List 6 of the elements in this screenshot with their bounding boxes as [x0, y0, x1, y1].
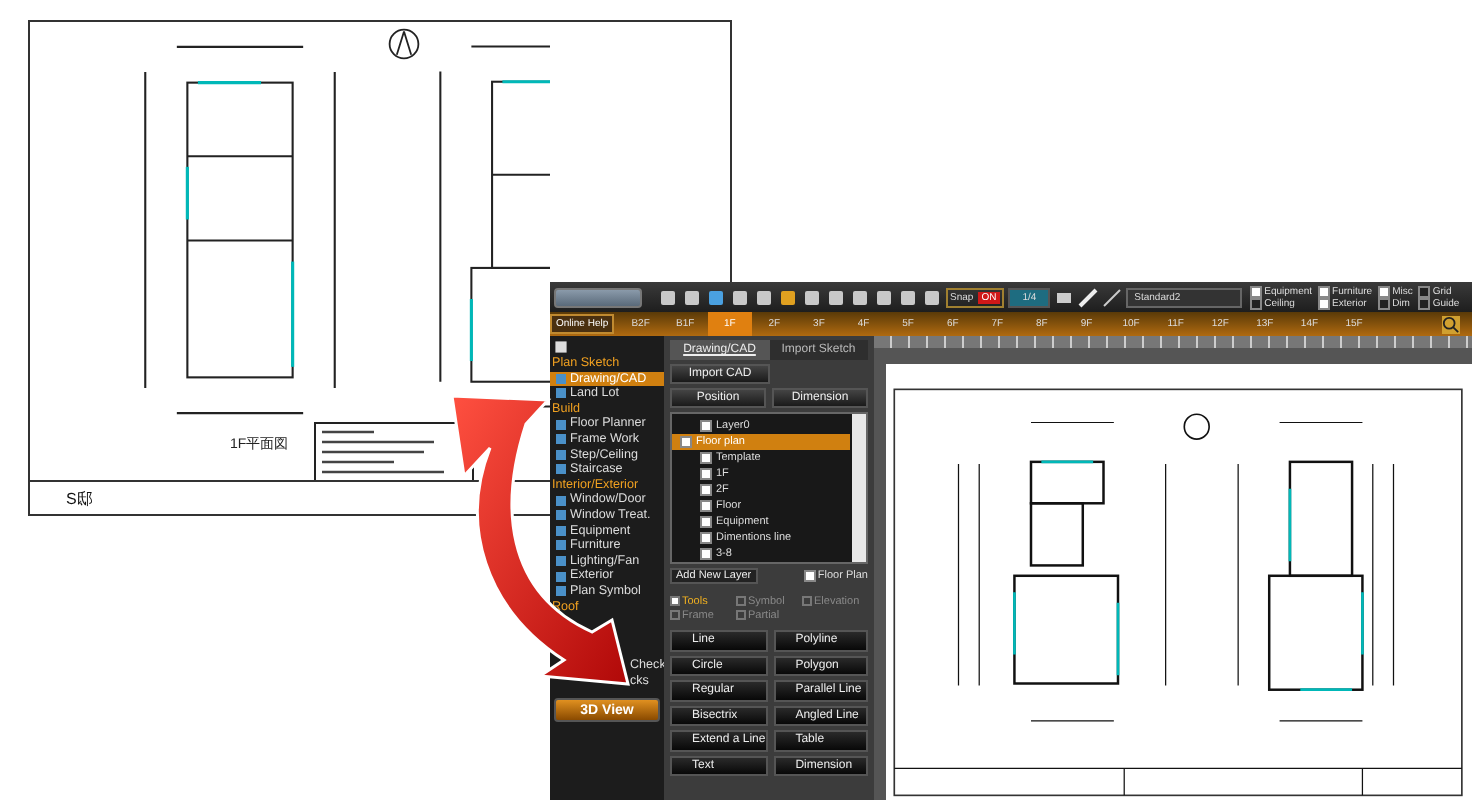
line-style-icon[interactable]: [1102, 287, 1123, 307]
back-button[interactable]: [554, 287, 642, 307]
scrollbar[interactable]: [852, 414, 866, 562]
ruler-icon[interactable]: [1078, 287, 1099, 307]
owner-name: S邸: [66, 487, 93, 509]
search-icon[interactable]: [1442, 315, 1460, 333]
